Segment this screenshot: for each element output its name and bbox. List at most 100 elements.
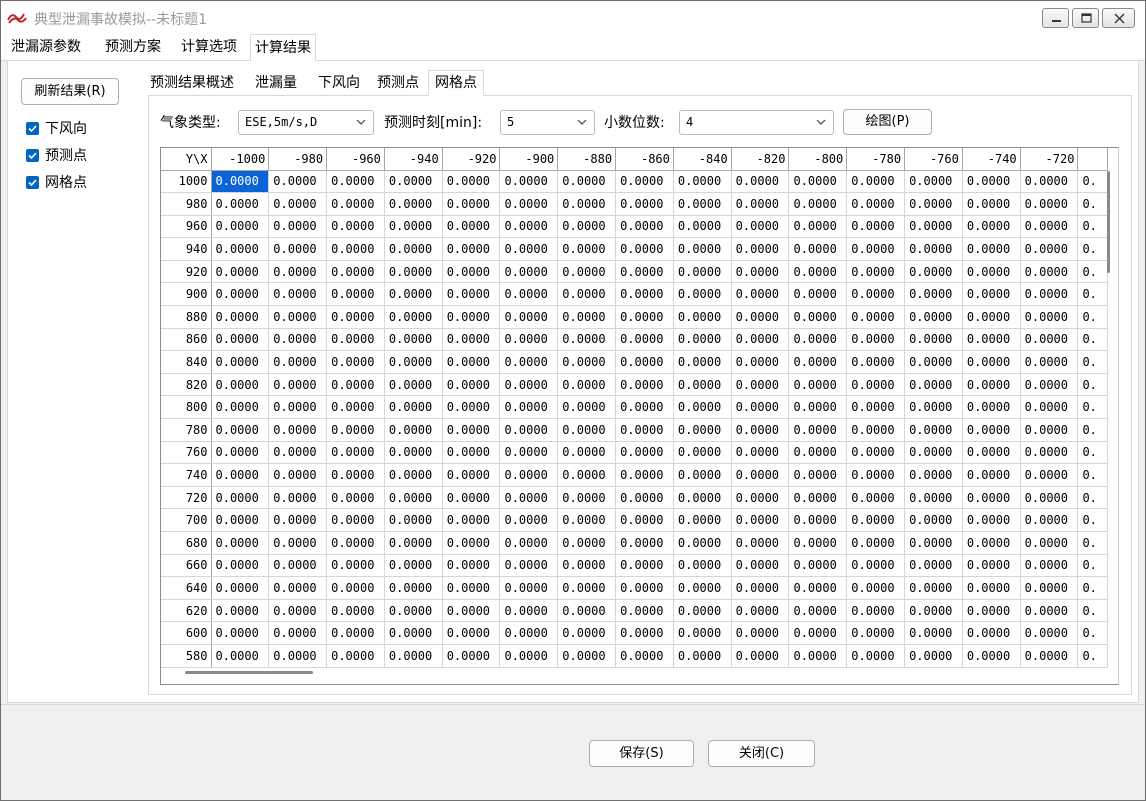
grid-cell[interactable]: 0.0000 <box>904 260 963 284</box>
grid-cell[interactable]: 0.0000 <box>211 554 270 578</box>
grid-cell[interactable]: 0.0000 <box>557 486 617 510</box>
grid-cell[interactable]: 0.0000 <box>1020 621 1079 645</box>
grid-cell[interactable]: 0.0000 <box>673 576 732 600</box>
weather-type-select[interactable]: ESE,5m/s,D <box>238 110 374 135</box>
grid-cell[interactable]: 0. <box>1077 282 1109 307</box>
grid-cell[interactable]: 0.0000 <box>499 486 559 510</box>
grid-cell[interactable]: 0.0000 <box>615 328 674 352</box>
tab-calc-options[interactable]: 计算选项 <box>177 34 241 61</box>
grid-cell[interactable]: 0.0000 <box>788 644 848 668</box>
grid-cell[interactable]: 0.0000 <box>442 373 501 397</box>
grid-cell[interactable]: 0.0000 <box>557 282 617 307</box>
grid-cell[interactable]: 0.0000 <box>962 170 1021 194</box>
grid-cell[interactable]: 0.0000 <box>499 260 559 284</box>
grid-cell[interactable]: 0.0000 <box>442 644 501 668</box>
grid-cell[interactable]: 0.0000 <box>326 554 385 578</box>
grid-cell[interactable]: 0.0000 <box>211 260 270 284</box>
grid-cell[interactable]: 0.0000 <box>846 531 906 555</box>
grid-cell[interactable]: 0.0000 <box>268 328 328 352</box>
grid-cell[interactable]: 0.0000 <box>557 350 617 374</box>
grid-cell[interactable]: 0.0000 <box>1020 215 1079 239</box>
grid-cell[interactable]: 0.0000 <box>268 554 328 578</box>
grid-cell[interactable]: 0.0000 <box>962 463 1021 487</box>
grid-cell[interactable]: 0.0000 <box>268 441 328 465</box>
close-dialog-button[interactable]: 关闭(C) <box>708 740 815 767</box>
grid-cell[interactable]: 0.0000 <box>904 170 963 194</box>
grid-cell[interactable]: 0.0000 <box>904 395 963 420</box>
grid-cell[interactable]: 0.0000 <box>731 215 790 239</box>
grid-cell[interactable]: 0.0000 <box>1020 644 1079 668</box>
grid-cell[interactable]: 0.0000 <box>211 463 270 487</box>
grid-cell[interactable]: 0.0000 <box>557 644 617 668</box>
grid-cell[interactable]: 0.0000 <box>1020 508 1079 532</box>
subtab-downwind[interactable]: 下风向 <box>318 71 360 95</box>
grid-cell[interactable]: 0.0000 <box>615 282 674 307</box>
grid-cell[interactable]: 0.0000 <box>268 644 328 668</box>
grid-cell[interactable]: 0.0000 <box>846 350 906 374</box>
grid-cell[interactable]: 0.0000 <box>557 418 617 442</box>
grid-cell[interactable]: 0.0000 <box>962 621 1021 645</box>
grid-cell[interactable]: 0.0000 <box>211 328 270 352</box>
grid-cell[interactable]: 0.0000 <box>788 373 848 397</box>
grid-cell[interactable]: 0.0000 <box>731 305 790 329</box>
grid-cell[interactable]: 0.0000 <box>1020 418 1079 442</box>
grid-cell[interactable]: 0.0000 <box>904 486 963 510</box>
grid-cell[interactable]: 0.0000 <box>673 192 732 216</box>
grid-cell[interactable]: 0.0000 <box>557 599 617 623</box>
grid-cell[interactable]: 0.0000 <box>1020 170 1079 194</box>
grid-cell[interactable]: 0.0000 <box>211 305 270 329</box>
grid-cell[interactable]: 0.0000 <box>962 599 1021 623</box>
grid-cell[interactable]: 0.0000 <box>788 328 848 352</box>
grid-cell[interactable]: 0.0000 <box>326 463 385 487</box>
grid-cell[interactable]: 0.0000 <box>788 621 848 645</box>
grid-cell[interactable]: 0.0000 <box>557 554 617 578</box>
grid-cell[interactable]: 0. <box>1077 395 1109 420</box>
grid-cell[interactable]: 0.0000 <box>615 441 674 465</box>
grid-cell[interactable]: 0.0000 <box>384 576 443 600</box>
grid-cell[interactable]: 0.0000 <box>962 508 1021 532</box>
grid-cell[interactable]: 0.0000 <box>731 328 790 352</box>
grid-cell[interactable]: 0.0000 <box>962 395 1021 420</box>
grid-cell[interactable]: 0.0000 <box>904 418 963 442</box>
close-button[interactable] <box>1102 8 1135 28</box>
grid-cell[interactable]: 0.0000 <box>384 192 443 216</box>
grid-cell[interactable]: 0.0000 <box>962 350 1021 374</box>
grid-cell[interactable]: 0.0000 <box>846 395 906 420</box>
grid-cell[interactable]: 0.0000 <box>673 554 732 578</box>
grid-cell[interactable]: 0. <box>1077 508 1109 532</box>
minimize-button[interactable] <box>1042 8 1069 28</box>
grid-cell[interactable]: 0.0000 <box>731 237 790 261</box>
grid-cell[interactable]: 0.0000 <box>557 508 617 532</box>
grid-cell[interactable]: 0.0000 <box>673 305 732 329</box>
grid-cell[interactable]: 0.0000 <box>673 621 732 645</box>
grid-cell[interactable]: 0.0000 <box>326 373 385 397</box>
grid-cell[interactable]: 0.0000 <box>211 418 270 442</box>
grid-cell[interactable]: 0.0000 <box>326 531 385 555</box>
grid-cell[interactable]: 0.0000 <box>962 260 1021 284</box>
grid-cell[interactable]: 0.0000 <box>499 350 559 374</box>
grid-cell[interactable]: 0.0000 <box>846 418 906 442</box>
grid-cell[interactable]: 0.0000 <box>615 554 674 578</box>
grid-cell[interactable]: 0.0000 <box>384 328 443 352</box>
grid-cell[interactable]: 0.0000 <box>615 373 674 397</box>
grid-cell[interactable]: 0.0000 <box>846 192 906 216</box>
grid-cell[interactable]: 0.0000 <box>846 305 906 329</box>
grid-cell[interactable]: 0.0000 <box>326 350 385 374</box>
subtab-overview[interactable]: 预测结果概述 <box>150 71 234 95</box>
grid-cell[interactable]: 0.0000 <box>557 237 617 261</box>
grid-cell[interactable]: 0.0000 <box>846 644 906 668</box>
grid-cell[interactable]: 0.0000 <box>211 441 270 465</box>
grid-cell[interactable]: 0.0000 <box>326 576 385 600</box>
grid-cell[interactable]: 0.0000 <box>557 463 617 487</box>
grid-cell[interactable]: 0.0000 <box>1020 373 1079 397</box>
grid-cell[interactable]: 0.0000 <box>615 215 674 239</box>
grid-cell[interactable]: 0.0000 <box>442 237 501 261</box>
grid-cell[interactable]: 0.0000 <box>846 237 906 261</box>
tab-leak-source[interactable]: 泄漏源参数 <box>7 34 85 61</box>
grid-cell[interactable]: 0.0000 <box>615 192 674 216</box>
checkbox-prediction-point[interactable]: 预测点 <box>26 146 87 164</box>
grid-cell[interactable]: 0.0000 <box>442 350 501 374</box>
grid-cell[interactable]: 0.0000 <box>499 599 559 623</box>
grid-cell[interactable]: 0.0000 <box>384 260 443 284</box>
grid-cell[interactable]: 0.0000 <box>904 441 963 465</box>
